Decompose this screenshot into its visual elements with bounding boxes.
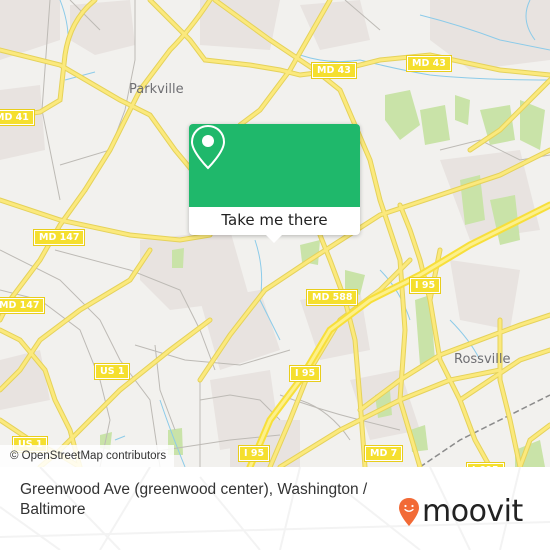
- popup-header: [189, 124, 360, 207]
- road-shield-md43: MD 43: [311, 62, 357, 79]
- road-shield-md7: MD 7: [363, 445, 404, 462]
- road-shield-us1: US 1: [93, 363, 131, 380]
- road-shield-i95: I 95: [288, 365, 322, 382]
- popup-pointer: [266, 235, 282, 243]
- road-shield-md43: MD 43: [406, 55, 452, 72]
- moovit-pin-icon: [399, 498, 419, 526]
- location-pin-icon: [190, 124, 226, 170]
- road-shield-md147: MD 147: [0, 297, 46, 314]
- moovit-logo[interactable]: moovit: [398, 497, 523, 527]
- road-shield-md588: MD 588: [305, 289, 359, 306]
- location-popup: Take me there: [189, 124, 360, 243]
- footer: Greenwood Ave (greenwood center), Washin…: [0, 467, 550, 550]
- location-title: Greenwood Ave (greenwood center), Washin…: [20, 481, 368, 518]
- place-label-rossville: Rossville: [454, 352, 511, 367]
- road-shield-i95: I 95: [408, 277, 442, 294]
- road-shield-md147: MD 147: [32, 229, 86, 246]
- brand-name: moovit: [422, 494, 523, 529]
- road-shield-i95: I 95: [237, 445, 271, 462]
- map-view[interactable]: Parkville Rossville MD 43 MD 43 MD 41 MD…: [0, 0, 550, 467]
- road-shield-md41: MD 41: [0, 109, 35, 126]
- take-me-there-button[interactable]: Take me there: [189, 207, 360, 235]
- place-label-parkville: Parkville: [129, 82, 184, 97]
- map-attribution[interactable]: © OpenStreetMap contributors: [0, 445, 175, 467]
